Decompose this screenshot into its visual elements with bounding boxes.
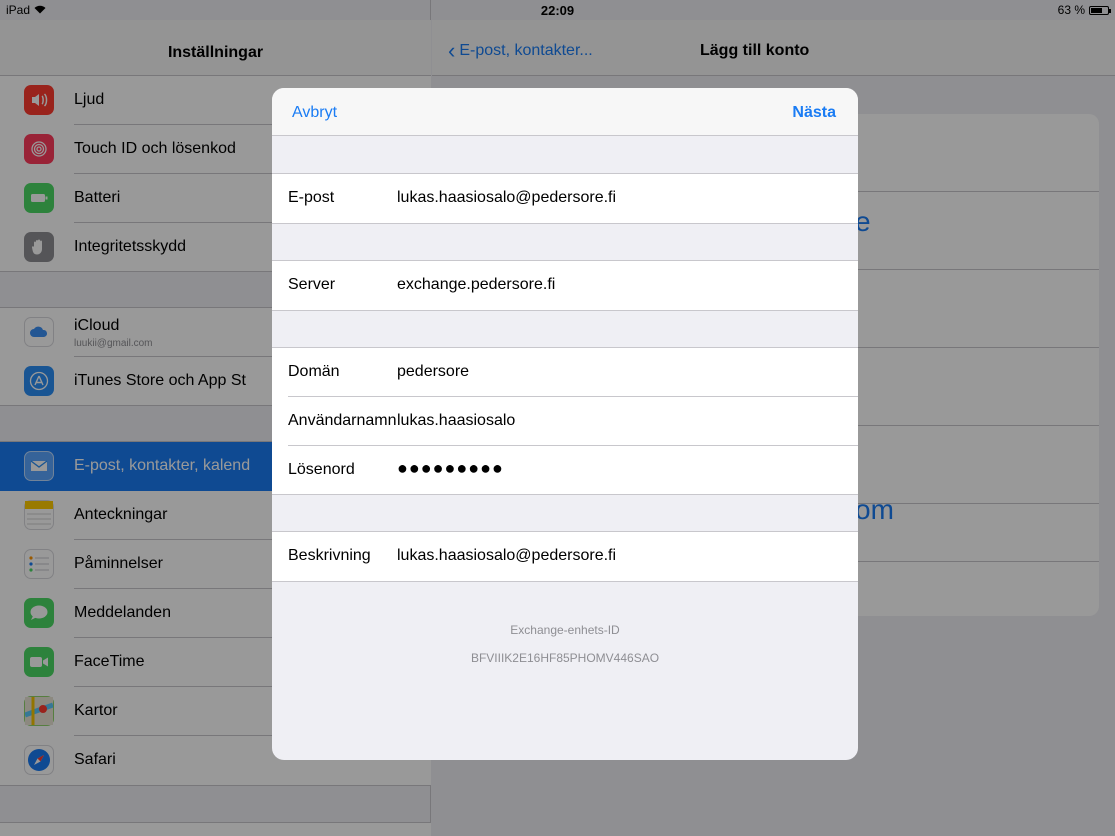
description-field[interactable]: Beskrivning lukas.haasiosalo@pedersore.f… [272,532,858,581]
email-field-value[interactable]: lukas.haasiosalo@pedersore.fi [397,189,616,207]
password-field[interactable]: Lösenord ●●●●●●●●● [272,446,858,495]
battery-status-icon [1089,5,1111,15]
username-field[interactable]: Användarnamn lukas.haasiosalo [272,397,858,446]
sheet-nav-bar: Avbryt Nästa [272,88,858,136]
server-field-value[interactable]: exchange.pedersore.fi [397,276,555,294]
server-field-label: Server [288,276,336,293]
cancel-button[interactable]: Avbryt [292,104,337,122]
server-field[interactable]: Server exchange.pedersore.fi [272,261,858,310]
device-id-value: BFVIIIK2E16HF85PHOMV446SAO [470,651,660,665]
domain-field[interactable]: Domän pedersore [272,348,858,397]
email-field[interactable]: E-post lukas.haasiosalo@pedersore.fi [272,174,858,223]
add-exchange-account-sheet: Avbryt Nästa E-post lukas.haasiosalo@ped… [272,88,858,760]
username-field-label: Användarnamn [288,412,397,429]
next-button[interactable]: Nästa [792,104,836,122]
password-field-value[interactable]: ●●●●●●●●● [397,458,504,479]
battery-percent: 63 % [1057,3,1085,17]
status-bar: iPad 22:09 63 % [0,0,1115,20]
description-field-value[interactable]: lukas.haasiosalo@pedersore.fi [397,547,616,565]
description-field-label: Beskrivning [288,547,371,564]
email-field-label: E-post [288,189,335,206]
domain-field-value[interactable]: pedersore [397,363,469,381]
device-id-label: Exchange-enhets-ID [510,623,620,637]
username-field-value[interactable]: lukas.haasiosalo [397,412,515,430]
password-field-label: Lösenord [288,461,355,478]
clock: 22:09 [540,3,575,18]
domain-field-label: Domän [288,363,340,380]
